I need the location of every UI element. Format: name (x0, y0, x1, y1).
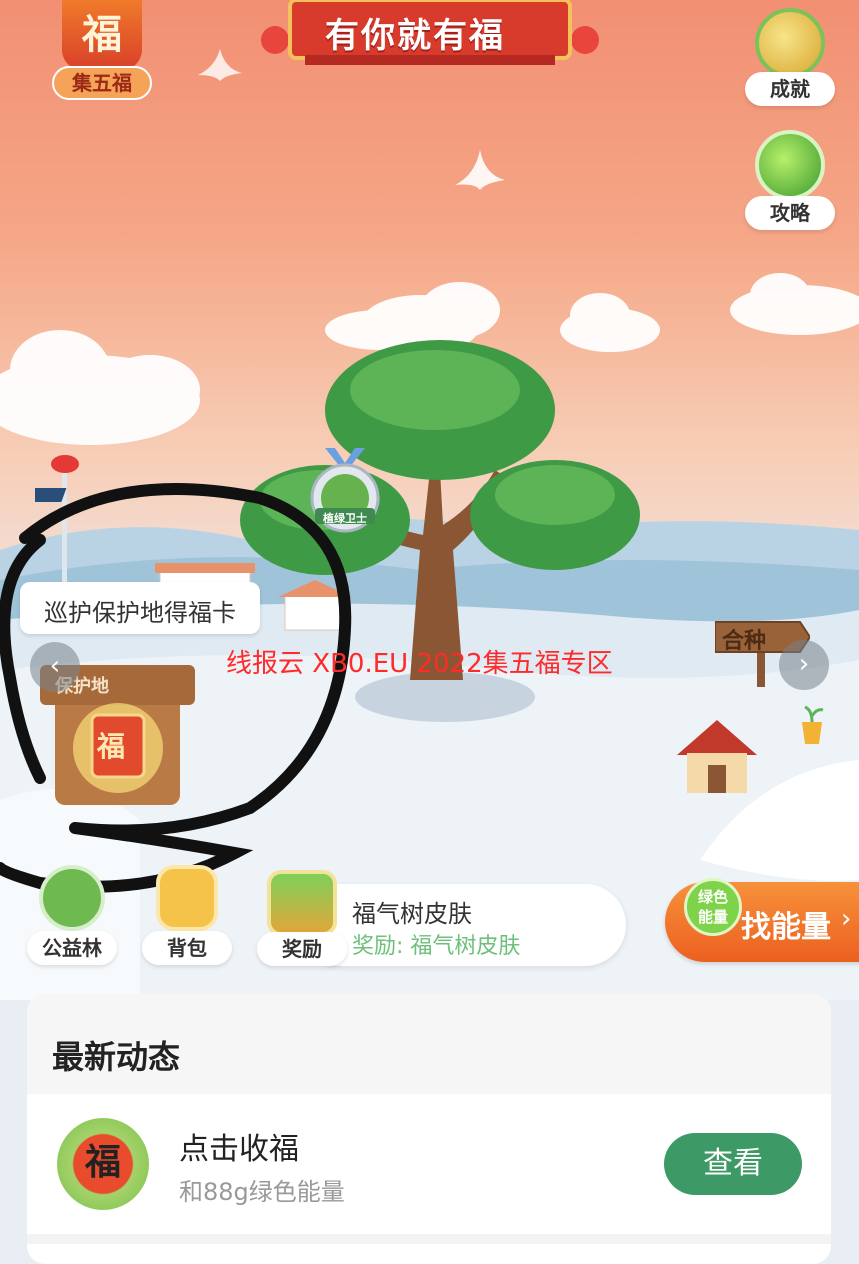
public-forest-label: 公益林 (27, 931, 117, 965)
view-button[interactable]: 查看 (664, 1133, 802, 1195)
collect-fu-label: 集五福 (52, 66, 152, 100)
latest-feed-panel: 最新动态 福 点击收福 和88g绿色能量 查看 (27, 994, 831, 1264)
backpack-label: 背包 (142, 931, 232, 965)
chevron-right-icon: › (841, 904, 852, 934)
feed-item-subtitle: 和88g绿色能量 (179, 1178, 345, 1206)
game-scene: 植绿卫士 合种 保护地 福 巡护保护地得福卡 ‹ › 线报云 XB0.EU 20… (0, 0, 859, 1000)
forest-icon (39, 865, 105, 931)
locked-house[interactable] (672, 715, 762, 795)
reward-button[interactable]: 奖励 (257, 870, 347, 970)
sprout-cup-icon (802, 705, 824, 744)
strategy-icon (755, 130, 825, 200)
skin-title: 福气树皮肤 (352, 900, 472, 928)
plant-sign-label[interactable]: 合种 (722, 623, 766, 655)
banner-title: 有你就有福 (325, 16, 505, 56)
strategy-label: 攻略 (745, 196, 835, 230)
feed-title: 最新动态 (27, 994, 831, 1094)
backpack-icon (156, 865, 218, 931)
reward-label: 奖励 (257, 932, 347, 966)
strategy-button[interactable]: 攻略 (745, 130, 835, 230)
bird-decoration (455, 150, 505, 190)
fu-card-icon: 福 (57, 1118, 149, 1210)
feed-divider (27, 1234, 831, 1244)
next-arrow-button[interactable]: › (779, 640, 829, 690)
bird-decoration (198, 49, 242, 81)
fu-icon: 福 (62, 0, 142, 70)
public-forest-button[interactable]: 公益林 (27, 865, 117, 970)
achievement-icon (755, 8, 825, 78)
treasure-chest-icon (267, 870, 337, 936)
achievement-label: 成就 (745, 72, 835, 106)
green-energy-bubble: 绿色能量 (684, 878, 742, 936)
backpack-button[interactable]: 背包 (142, 865, 232, 970)
feed-item-title: 点击收福 (179, 1132, 299, 1167)
find-energy-label: 找能量 (741, 910, 831, 945)
reward-panel[interactable]: 福气树皮肤 奖励: 福气树皮肤 (300, 884, 626, 966)
skin-reward: 奖励: 福气树皮肤 (352, 934, 521, 959)
collect-fu-button[interactable]: 福 集五福 (52, 0, 152, 102)
watermark-text: 线报云 XB0.EU 2022集五福专区 (226, 649, 613, 679)
feed-item: 福 点击收福 和88g绿色能量 查看 (27, 1094, 831, 1234)
achievement-button[interactable]: 成就 (745, 8, 835, 108)
hand-drawn-circle (0, 483, 352, 893)
